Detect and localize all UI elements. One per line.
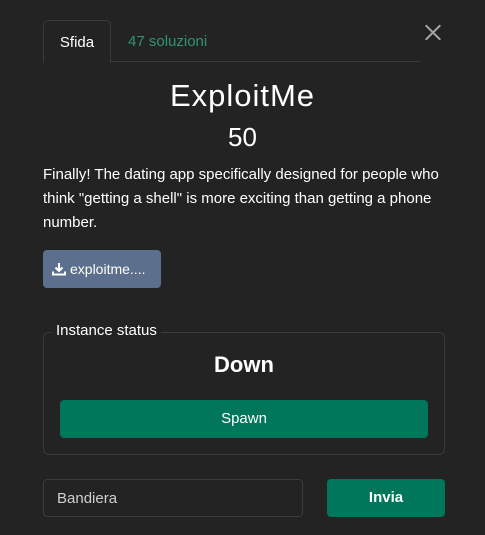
tab-solves[interactable]: 47 soluzioni bbox=[128, 20, 207, 63]
challenge-modal: Sfida 47 soluzioni ExploitMe 50 Finally!… bbox=[0, 0, 485, 535]
tab-bar: Sfida 47 soluzioni bbox=[43, 20, 420, 63]
challenge-points: 50 bbox=[228, 122, 257, 152]
download-file-button[interactable]: exploitme.... bbox=[43, 250, 161, 288]
instance-status-label: Instance status bbox=[52, 322, 161, 339]
tab-challenge[interactable]: Sfida bbox=[43, 20, 111, 63]
challenge-description: Finally! The dating app specifically des… bbox=[43, 166, 439, 231]
flag-input[interactable] bbox=[43, 479, 303, 517]
close-icon[interactable] bbox=[422, 21, 444, 43]
instance-status-value: Down bbox=[214, 352, 274, 377]
download-icon bbox=[52, 263, 66, 276]
challenge-title: ExploitMe bbox=[169, 78, 316, 113]
spawn-button[interactable]: Spawn bbox=[60, 400, 428, 438]
submit-flag-button[interactable]: Invia bbox=[327, 479, 445, 517]
file-name: exploitme.... bbox=[70, 261, 146, 277]
